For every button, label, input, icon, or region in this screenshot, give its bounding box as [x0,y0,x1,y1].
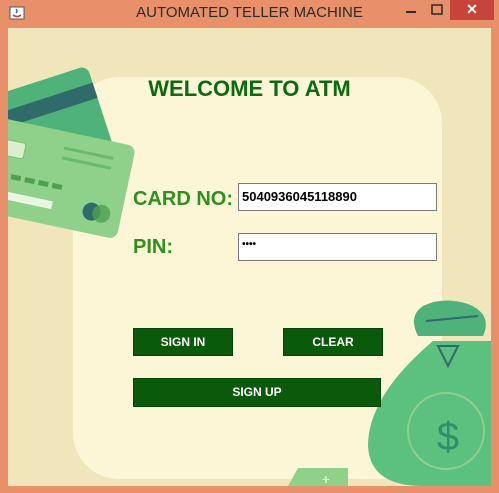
dollar-sign-icon: $ [437,415,459,459]
welcome-heading: WELCOME TO ATM [148,76,351,101]
title-bar[interactable]: AUTOMATED TELLER MACHINE ✕ [0,0,499,28]
pin-label: PIN: [133,236,173,258]
pin-field[interactable]: •••• [238,233,437,261]
svg-text:+: + [322,471,330,486]
minimize-button[interactable] [398,0,424,20]
sign-in-button[interactable]: SIGN IN [133,328,233,356]
atm-content: $ + WELCOME TO ATM CARD NO: 504093604511… [8,28,491,486]
card-number-label: CARD NO: [133,188,233,210]
minimize-icon [406,11,416,13]
maximize-button[interactable] [424,0,450,20]
maximize-icon [431,4,443,15]
sign-up-button[interactable]: SIGN UP [133,378,381,407]
clear-button[interactable]: CLEAR [283,328,383,356]
atm-window: AUTOMATED TELLER MACHINE ✕ $ + WELCOME T… [0,0,499,493]
svg-text:$: $ [437,415,459,459]
card-number-field[interactable]: 5040936045118890 [238,183,437,211]
plus-decoration-icon: + [288,468,348,486]
close-button[interactable]: ✕ [450,0,494,20]
close-icon: ✕ [466,1,478,17]
